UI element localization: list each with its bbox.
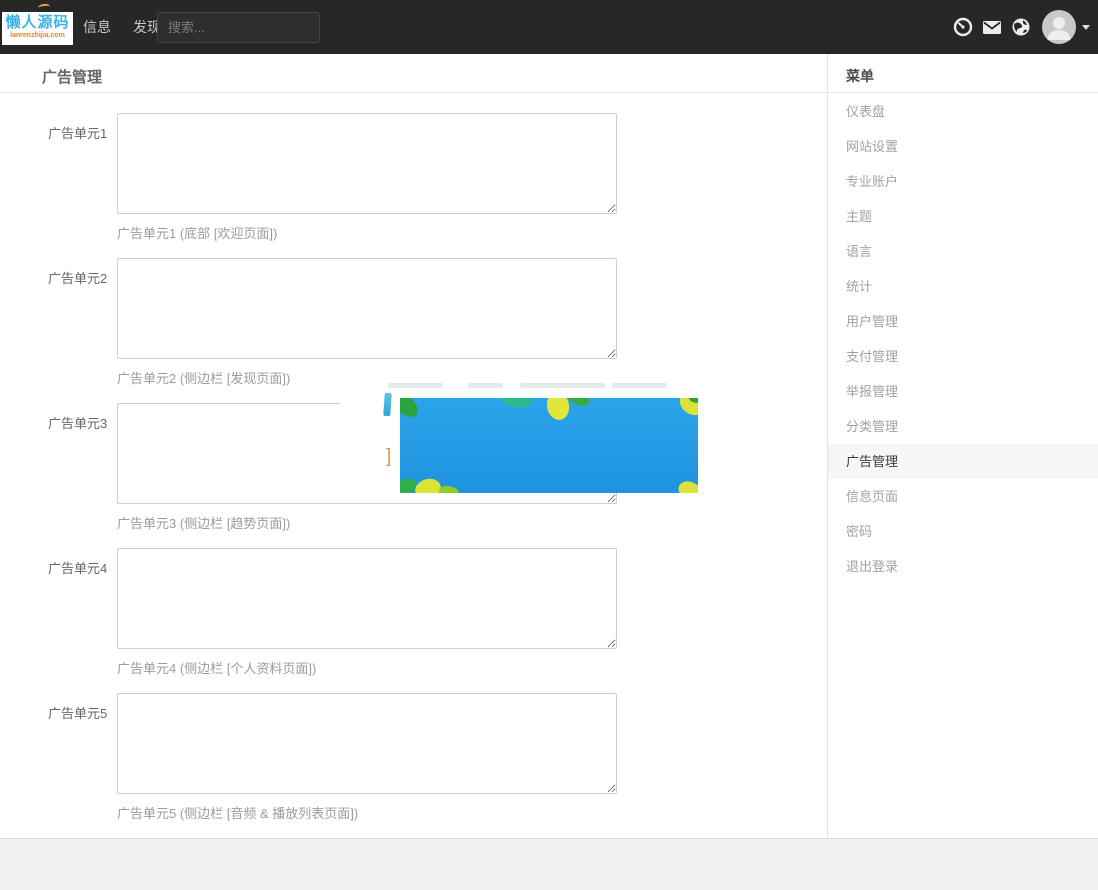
sidebar-item-6[interactable]: 用户管理 — [828, 304, 1098, 339]
sidebar-item-8[interactable]: 举报管理 — [828, 374, 1098, 409]
faint-text-artifact — [612, 383, 667, 388]
bracket-artifact: ] — [386, 446, 391, 468]
faint-text-artifact — [388, 383, 443, 388]
sidebar-item-3[interactable]: 主题 — [828, 199, 1098, 234]
field-label: 广告单元3 — [48, 413, 114, 432]
field-help-text: 广告单元2 (侧边栏 [发现页面]) — [117, 368, 290, 387]
ad-code-textarea[interactable] — [117, 258, 617, 359]
sidebar-item-2[interactable]: 专业账户 — [828, 164, 1098, 199]
page-title: 广告管理 — [42, 66, 102, 87]
mail-icon[interactable] — [982, 17, 1002, 37]
navbar: 懒人源码 lanrenzhijia.com 信息发现 — [0, 0, 1098, 54]
user-avatar[interactable] — [1042, 10, 1076, 44]
ad-preview-overlay: ] — [340, 378, 698, 493]
globe-icon[interactable] — [1011, 17, 1031, 37]
ad-code-textarea[interactable] — [117, 113, 617, 214]
ad-form-row: 广告单元5 广告单元5 (侧边栏 [音频 & 播放列表页面]) — [0, 693, 826, 838]
field-label: 广告单元2 — [48, 268, 114, 287]
page: 懒人源码 lanrenzhijia.com 信息发现 — [0, 0, 1098, 890]
field-label: 广告单元5 — [48, 703, 114, 722]
audio-player-bar: 00:00 00:00 — [0, 838, 1098, 890]
navbar-item-0[interactable]: 信息 — [72, 0, 122, 54]
logo-title: 懒人源码 — [2, 15, 73, 30]
ad-form-row: 广告单元1 广告单元1 (底部 [欢迎页面]) — [0, 113, 826, 258]
navbar-right — [953, 0, 1094, 54]
person-icon — [1042, 10, 1076, 44]
page-header: 广告管理 — [0, 54, 826, 93]
search-box — [157, 12, 320, 43]
sidebar-item-12[interactable]: 密码 — [828, 514, 1098, 549]
sidebar-item-5[interactable]: 统计 — [828, 269, 1098, 304]
site-logo[interactable]: 懒人源码 lanrenzhijia.com — [2, 12, 73, 45]
sidebar-item-4[interactable]: 语言 — [828, 234, 1098, 269]
blue-stroke-artifact — [383, 393, 392, 416]
sidebar: 菜单 仪表盘网站设置专业账户主题语言统计用户管理支付管理举报管理分类管理广告管理… — [827, 54, 1098, 838]
field-help-text: 广告单元4 (侧边栏 [个人资料页面]) — [117, 658, 316, 677]
ad-code-textarea[interactable] — [117, 693, 617, 794]
sidebar-item-10[interactable]: 广告管理 — [828, 444, 1098, 479]
field-label: 广告单元4 — [48, 558, 114, 577]
field-help-text: 广告单元3 (侧边栏 [趋势页面]) — [117, 513, 290, 532]
sidebar-header: 菜单 — [828, 54, 1098, 93]
sidebar-item-13[interactable]: 退出登录 — [828, 549, 1098, 584]
sidebar-title: 菜单 — [846, 66, 874, 86]
gauge-icon[interactable] — [953, 17, 973, 37]
sidebar-item-9[interactable]: 分类管理 — [828, 409, 1098, 444]
ad-banner-image[interactable] — [400, 398, 698, 493]
faint-text-artifact — [468, 383, 503, 388]
search-input[interactable] — [157, 12, 320, 43]
faint-text-artifact — [520, 383, 605, 388]
ad-code-textarea[interactable] — [117, 548, 617, 649]
sidebar-item-7[interactable]: 支付管理 — [828, 339, 1098, 374]
logo-subtitle: lanrenzhijia.com — [2, 32, 73, 39]
field-help-text: 广告单元1 (底部 [欢迎页面]) — [117, 223, 277, 242]
logo-squiggle-icon — [38, 3, 51, 11]
sidebar-item-11[interactable]: 信息页面 — [828, 479, 1098, 514]
sidebar-item-1[interactable]: 网站设置 — [828, 129, 1098, 164]
field-label: 广告单元1 — [48, 123, 114, 142]
caret-down-icon[interactable] — [1082, 25, 1090, 30]
field-help-text: 广告单元5 (侧边栏 [音频 & 播放列表页面]) — [117, 803, 358, 822]
sidebar-item-0[interactable]: 仪表盘 — [828, 94, 1098, 129]
ad-form-row: 广告单元4 广告单元4 (侧边栏 [个人资料页面]) — [0, 548, 826, 693]
